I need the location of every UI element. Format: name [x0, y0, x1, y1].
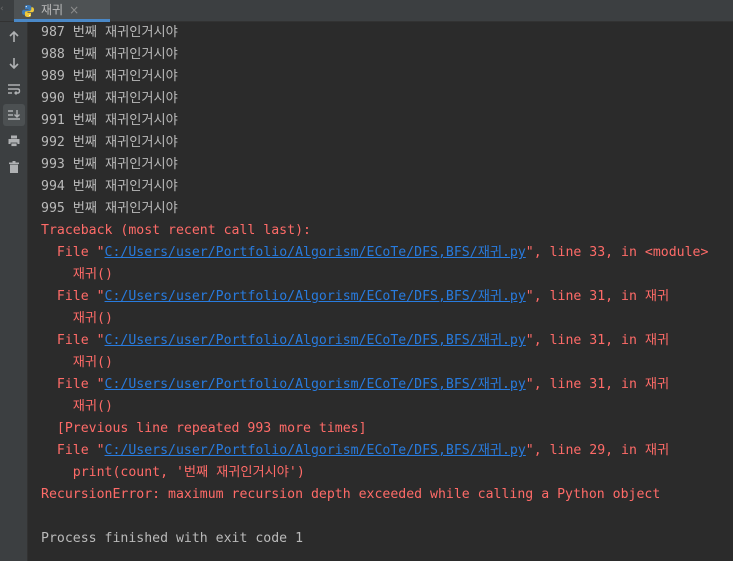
traceback-code: 재귀(): [41, 355, 113, 370]
file-path-link[interactable]: C:/Users/user/Portfolio/Algorism/ECoTe/D…: [105, 245, 526, 260]
output-line: 992 번째 재귀인거시야: [41, 135, 178, 150]
frame-location: ", line 33, in <module>: [525, 245, 709, 260]
arrow-up-icon[interactable]: [3, 26, 25, 48]
frame-location: ", line 29, in 재귀: [525, 443, 670, 458]
trash-icon[interactable]: [3, 156, 25, 178]
traceback-code: 재귀(): [41, 311, 113, 326]
print-icon[interactable]: [3, 130, 25, 152]
file-path-link[interactable]: C:/Users/user/Portfolio/Algorism/ECoTe/D…: [105, 443, 526, 458]
file-prefix: File ": [41, 333, 105, 348]
file-path-link[interactable]: C:/Users/user/Portfolio/Algorism/ECoTe/D…: [105, 377, 526, 392]
scroll-to-end-icon[interactable]: [3, 104, 25, 126]
tab-title: 재귀: [41, 3, 64, 17]
file-prefix: File ": [41, 443, 105, 458]
close-icon[interactable]: ×: [69, 3, 79, 17]
file-prefix: File ": [41, 245, 105, 260]
output-line: 995 번째 재귀인거시야: [41, 201, 178, 216]
output-line: 990 번째 재귀인거시야: [41, 91, 178, 106]
tab-run-jaegwi[interactable]: 재귀 ×: [14, 0, 110, 22]
error-message: RecursionError: maximum recursion depth …: [41, 487, 661, 502]
output-line: 993 번째 재귀인거시야: [41, 157, 178, 172]
traceback-header: Traceback (most recent call last):: [41, 223, 311, 238]
console-output[interactable]: 987 번째 재귀인거시야 988 번째 재귀인거시야 989 번째 재귀인거시…: [29, 22, 733, 561]
traceback-code: 재귀(): [41, 399, 113, 414]
file-prefix: File ": [41, 289, 105, 304]
traceback-code: print(count, '번째 재귀인거시야'): [41, 465, 305, 480]
file-prefix: File ": [41, 377, 105, 392]
output-line: 991 번째 재귀인거시야: [41, 113, 178, 128]
tab-bar: ‹ 재귀 ×: [0, 0, 733, 22]
repeated-notice: [Previous line repeated 993 more times]: [41, 421, 367, 436]
output-line: 994 번째 재귀인거시야: [41, 179, 178, 194]
frame-location: ", line 31, in 재귀: [525, 377, 670, 392]
file-path-link[interactable]: C:/Users/user/Portfolio/Algorism/ECoTe/D…: [105, 289, 526, 304]
frame-location: ", line 31, in 재귀: [525, 289, 670, 304]
output-line: 988 번째 재귀인거시야: [41, 47, 178, 62]
traceback-frame: File "C:/Users/user/Portfolio/Algorism/E…: [41, 242, 709, 264]
traceback-code: 재귀(): [41, 267, 113, 282]
frame-location: ", line 31, in 재귀: [525, 333, 670, 348]
traceback-frame: File "C:/Users/user/Portfolio/Algorism/E…: [41, 330, 669, 352]
traceback-frame: File "C:/Users/user/Portfolio/Algorism/E…: [41, 286, 669, 308]
exit-message: Process finished with exit code 1: [41, 531, 304, 546]
python-icon: [21, 3, 35, 17]
soft-wrap-icon[interactable]: [3, 78, 25, 100]
file-path-link[interactable]: C:/Users/user/Portfolio/Algorism/ECoTe/D…: [105, 333, 526, 348]
arrow-down-icon[interactable]: [3, 52, 25, 74]
scroll-tabs-icon[interactable]: ‹: [0, 4, 4, 18]
traceback-frame: File "C:/Users/user/Portfolio/Algorism/E…: [41, 374, 669, 396]
output-line: 987 번째 재귀인거시야: [41, 25, 178, 40]
console-toolbar: [0, 22, 28, 561]
traceback-frame: File "C:/Users/user/Portfolio/Algorism/E…: [41, 440, 669, 462]
output-line: 989 번째 재귀인거시야: [41, 69, 178, 84]
